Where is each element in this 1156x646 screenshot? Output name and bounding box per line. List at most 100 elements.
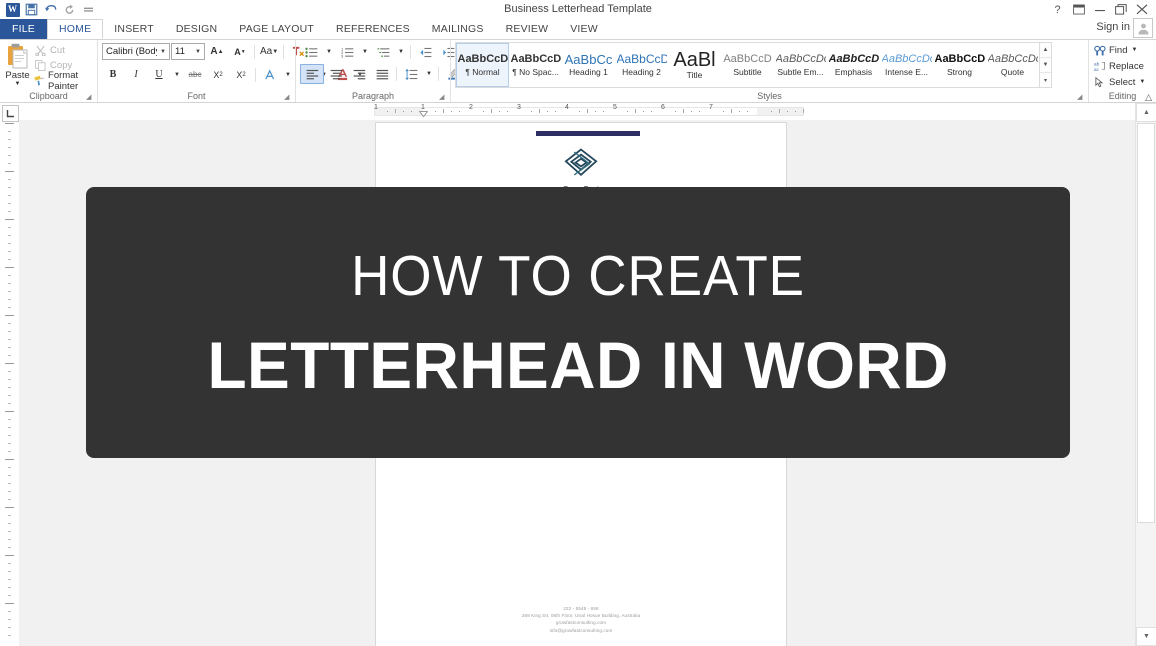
tab-view[interactable]: VIEW — [559, 19, 609, 39]
font-name-combobox[interactable]: Calibri (Body) ▼ — [102, 43, 170, 60]
grow-font-button[interactable]: A ▲ — [206, 43, 228, 61]
style-normal[interactable]: AaBbCcDc ¶ Normal — [456, 43, 509, 87]
styles-dialog-launcher[interactable]: ◢ — [1077, 94, 1085, 102]
ruler-minor-tick — [691, 111, 692, 112]
format-painter-button[interactable]: Format Painter — [33, 70, 93, 92]
title-bar: Business Letterhead Template ? — [0, 0, 1156, 19]
bullets-button[interactable] — [300, 43, 322, 61]
style-intense-emphasis[interactable]: AaBbCcDc Intense E... — [880, 43, 933, 87]
numbering-dropdown-caret[interactable]: ▼ — [359, 43, 371, 61]
ruler-minor-tick — [459, 111, 460, 112]
styles-gallery-scrollbar[interactable]: ▲ ▼ ▾ — [1039, 43, 1051, 87]
shrink-font-button[interactable]: A ▼ — [229, 43, 251, 61]
bullets-dropdown-caret[interactable]: ▼ — [323, 43, 335, 61]
multilevel-dropdown-caret[interactable]: ▼ — [395, 43, 407, 61]
ribbon-display-options-icon[interactable] — [1068, 1, 1089, 18]
change-case-button[interactable]: Aa ▼ — [258, 43, 280, 61]
tab-insert[interactable]: INSERT — [103, 19, 165, 39]
minimize-icon[interactable] — [1089, 1, 1110, 18]
numbering-button[interactable]: 123 — [336, 43, 358, 61]
find-dropdown-caret[interactable]: ▼ — [1131, 47, 1137, 53]
style-quote[interactable]: AaBbCcDc Quote — [986, 43, 1039, 87]
avatar[interactable] — [1133, 18, 1153, 38]
chevron-down-icon[interactable]: ▼ — [192, 49, 204, 55]
style-subtle-emphasis[interactable]: AaBbCcDc Subtle Em... — [774, 43, 827, 87]
align-left-button[interactable] — [300, 64, 324, 84]
replace-button[interactable]: ab ac Replace — [1093, 59, 1145, 73]
text-effects-button[interactable] — [259, 66, 281, 84]
ribbon-group-paragraph: ▼ 123 ▼ ▼ ▼ Paragraph ◢ — [295, 40, 510, 103]
clipboard-dialog-launcher[interactable]: ◢ — [86, 94, 94, 102]
letterhead-footer: 222 - 5548 - 656 269 King Str, 06th Floo… — [376, 605, 786, 634]
line-spacing-button[interactable] — [400, 65, 422, 83]
horizontal-ruler[interactable]: 11234567 — [19, 103, 1135, 127]
underline-dropdown-caret[interactable]: ▼ — [171, 66, 183, 84]
help-icon[interactable]: ? — [1047, 1, 1068, 18]
paragraph-dialog-launcher[interactable]: ◢ — [439, 94, 447, 102]
ruler-tick: 7 — [709, 104, 713, 111]
styles-gallery[interactable]: AaBbCcDc ¶ Normal AaBbCcDc ¶ No Spac... … — [455, 42, 1052, 88]
styles-scroll-down-icon[interactable]: ▼ — [1040, 57, 1051, 73]
select-dropdown-caret[interactable]: ▼ — [1139, 79, 1145, 85]
text-effects-dropdown-caret[interactable]: ▼ — [282, 66, 294, 84]
style-strong[interactable]: AaBbCcDc Strong — [933, 43, 986, 87]
close-icon[interactable] — [1131, 1, 1152, 18]
scroll-up-icon[interactable]: ▲ — [1136, 103, 1156, 122]
sign-in-link[interactable]: Sign in — [1096, 19, 1130, 35]
paste-dropdown-caret[interactable]: ▼ — [15, 81, 21, 87]
tab-home[interactable]: HOME — [46, 19, 104, 39]
styles-scroll-up-icon[interactable]: ▲ — [1040, 43, 1051, 57]
vertical-ruler-tick — [8, 595, 11, 596]
superscript-button[interactable]: X2 — [230, 66, 252, 84]
tab-review[interactable]: REVIEW — [495, 19, 560, 39]
underline-button[interactable]: U — [148, 66, 170, 84]
styles-more-icon[interactable]: ▾ — [1040, 73, 1051, 87]
vertical-ruler-tick — [8, 155, 11, 156]
align-right-button[interactable] — [348, 65, 370, 83]
style-emphasis[interactable]: AaBbCcDc Emphasis — [827, 43, 880, 87]
vertical-ruler[interactable] — [0, 103, 19, 646]
tab-references[interactable]: REFERENCES — [325, 19, 421, 39]
subscript-button[interactable]: X2 — [207, 66, 229, 84]
select-button[interactable]: Select ▼ — [1093, 75, 1145, 89]
vertical-scrollbar[interactable]: ▲ ▼ — [1135, 103, 1156, 646]
line-spacing-dropdown-caret[interactable]: ▼ — [423, 65, 435, 83]
vertical-ruler-tick — [8, 499, 11, 500]
style-heading-1[interactable]: AaBbCc Heading 1 — [562, 43, 615, 87]
font-dialog-launcher[interactable]: ◢ — [284, 94, 292, 102]
style-preview: AaBbCcDc — [510, 53, 561, 65]
right-indent-marker[interactable] — [731, 113, 742, 126]
find-button[interactable]: Find ▼ — [1093, 43, 1145, 57]
style-subtitle[interactable]: AaBbCcD Subtitle — [721, 43, 774, 87]
tab-file[interactable]: FILE — [0, 19, 47, 39]
tab-design[interactable]: DESIGN — [165, 19, 228, 39]
tab-mailings[interactable]: MAILINGS — [421, 19, 495, 39]
strikethrough-button[interactable]: abc — [184, 66, 206, 84]
select-label: Select — [1109, 76, 1136, 88]
multilevel-list-button[interactable] — [372, 43, 394, 61]
style-no-spacing[interactable]: AaBbCcDc ¶ No Spac... — [509, 43, 562, 87]
vertical-ruler-tick — [8, 587, 11, 588]
bold-button[interactable]: B — [102, 66, 124, 84]
letterhead-top-bar — [536, 131, 640, 136]
title-overlay-card: HOW TO CREATE LETTERHEAD IN WORD — [86, 187, 1070, 458]
collapse-ribbon-icon[interactable]: △ — [1145, 92, 1152, 103]
cut-button[interactable]: Cut — [33, 44, 93, 57]
style-heading-2[interactable]: AaBbCcD Heading 2 — [615, 43, 668, 87]
restore-icon[interactable] — [1110, 1, 1131, 18]
replace-icon: ab ac — [1093, 60, 1106, 73]
italic-button[interactable]: I — [125, 66, 147, 84]
font-size-combobox[interactable]: 11 ▼ — [171, 43, 205, 60]
tab-page-layout[interactable]: PAGE LAYOUT — [228, 19, 325, 39]
scroll-down-icon[interactable]: ▼ — [1136, 627, 1156, 646]
paste-button[interactable]: Paste ▼ — [4, 42, 31, 87]
align-center-button[interactable] — [325, 65, 347, 83]
ruler-minor-tick — [643, 111, 644, 112]
justify-button[interactable] — [371, 65, 393, 83]
chevron-down-icon[interactable]: ▼ — [157, 49, 169, 55]
style-title[interactable]: AaBl Title — [668, 43, 721, 87]
first-line-indent-marker[interactable] — [418, 104, 429, 118]
decrease-indent-button[interactable] — [414, 43, 436, 61]
tab-stop-selector[interactable] — [2, 105, 19, 122]
scrollbar-thumb[interactable] — [1137, 123, 1155, 523]
